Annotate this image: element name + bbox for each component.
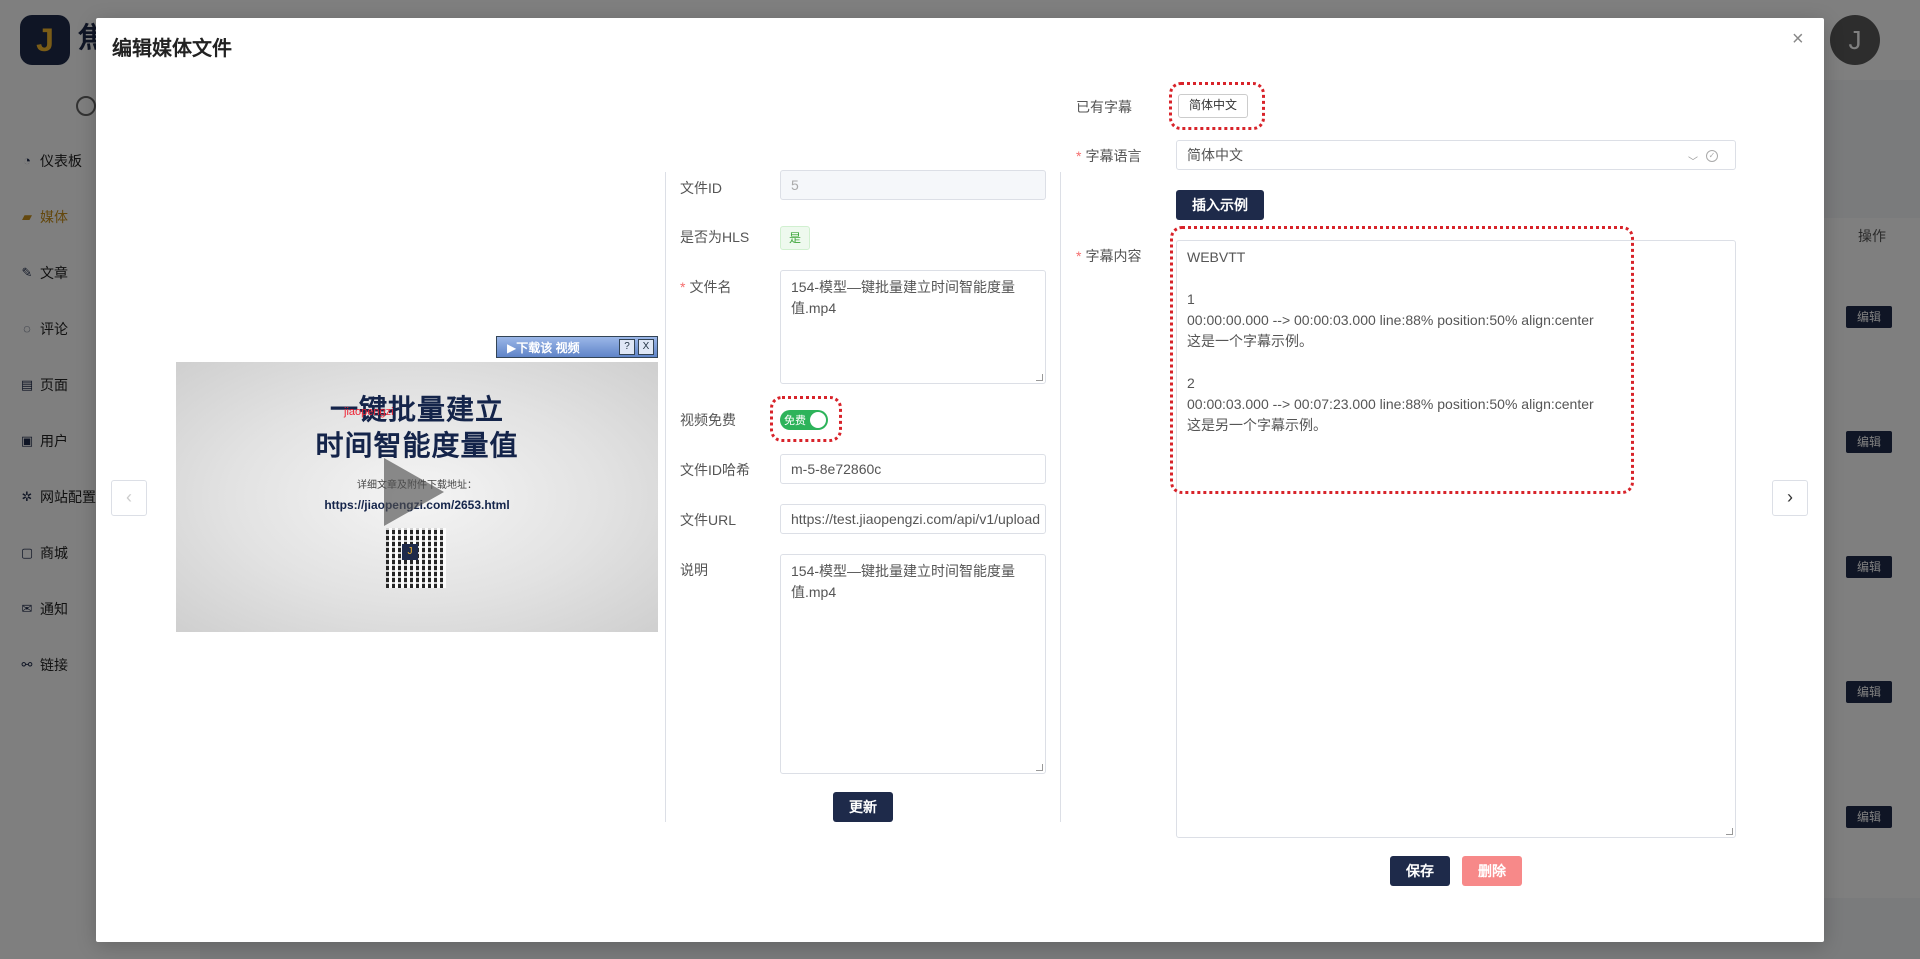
subtitle-lang-label: * 字幕语言: [1076, 148, 1142, 164]
check-circle-icon: ✓: [1706, 150, 1718, 162]
file-url-label: 文件URL: [680, 512, 737, 528]
existing-subtitle-tag[interactable]: 简体中文: [1178, 94, 1249, 118]
close-icon[interactable]: X: [638, 339, 654, 355]
qr-logo: J: [402, 544, 418, 560]
resize-handle[interactable]: [1726, 828, 1733, 835]
download-video-bar[interactable]: ▶下载该 视频 ? X: [496, 336, 658, 358]
resize-handle[interactable]: [1036, 764, 1043, 771]
resize-handle[interactable]: [1036, 374, 1043, 381]
update-button[interactable]: 更新: [833, 792, 893, 822]
divider: [665, 172, 666, 822]
free-video-switch[interactable]: 免费: [780, 410, 828, 430]
edit-media-modal: 编辑媒体文件 × ‹ › ▶下载该 视频 ? X 一键批量建立 时间智能度量值 …: [96, 18, 1824, 942]
filename-label-text: 文件名: [689, 279, 732, 295]
close-icon[interactable]: ×: [1792, 28, 1804, 51]
download-video-label[interactable]: ▶下载该 视频: [507, 339, 619, 356]
prev-media-button[interactable]: ‹: [111, 480, 147, 516]
subtitle-lang-select[interactable]: 简体中文: [1176, 140, 1736, 170]
chevron-left-icon: ‹: [126, 487, 132, 507]
chevron-down-icon[interactable]: ﹀: [1688, 153, 1698, 168]
divider: [1060, 172, 1061, 822]
video-watermark: jiaopengzi: [344, 406, 394, 418]
next-media-button[interactable]: ›: [1772, 480, 1808, 516]
subtitle-lang-label-text: 字幕语言: [1085, 148, 1142, 164]
file-id-label: 文件ID: [680, 180, 722, 196]
delete-button[interactable]: 删除: [1462, 856, 1522, 886]
description-label: 说明: [680, 562, 708, 578]
switch-text: 免费: [784, 415, 806, 427]
switch-knob: [810, 412, 826, 428]
file-url-field[interactable]: https://test.jiaopengzi.com/api/v1/uploa…: [780, 504, 1046, 534]
hash-label: 文件ID哈希: [680, 462, 750, 478]
chevron-right-icon: ›: [1787, 487, 1793, 507]
filename-label: * 文件名: [680, 279, 732, 295]
file-id-field: 5: [780, 170, 1046, 200]
play-icon[interactable]: [384, 458, 444, 526]
video-player[interactable]: 一键批量建立 时间智能度量值 jiaopengzi 详细文章及附件下载地址： h…: [176, 362, 658, 632]
save-button[interactable]: 保存: [1390, 856, 1450, 886]
filename-field[interactable]: 154-模型—键批量建立时间智能度量值.mp4: [780, 270, 1046, 384]
is-hls-label: 是否为HLS: [680, 229, 750, 245]
modal-title: 编辑媒体文件: [112, 38, 232, 60]
video-title-line1: 一键批量建立: [329, 394, 504, 425]
free-video-label: 视频免费: [680, 412, 736, 428]
help-icon[interactable]: ?: [619, 339, 635, 355]
subtitle-content-label-text: 字幕内容: [1085, 248, 1142, 264]
subtitle-content-field[interactable]: WEBVTT 1 00:00:00.000 --> 00:00:03.000 l…: [1176, 240, 1736, 838]
hash-field[interactable]: m-5-8e72860c: [780, 454, 1046, 484]
insert-example-button[interactable]: 插入示例: [1176, 190, 1264, 220]
subtitle-content-label: * 字幕内容: [1076, 248, 1142, 264]
description-field[interactable]: 154-模型—键批量建立时间智能度量值.mp4: [780, 554, 1046, 774]
existing-subtitle-label: 已有字幕: [1076, 99, 1132, 115]
hls-status-badge: 是: [780, 226, 811, 250]
